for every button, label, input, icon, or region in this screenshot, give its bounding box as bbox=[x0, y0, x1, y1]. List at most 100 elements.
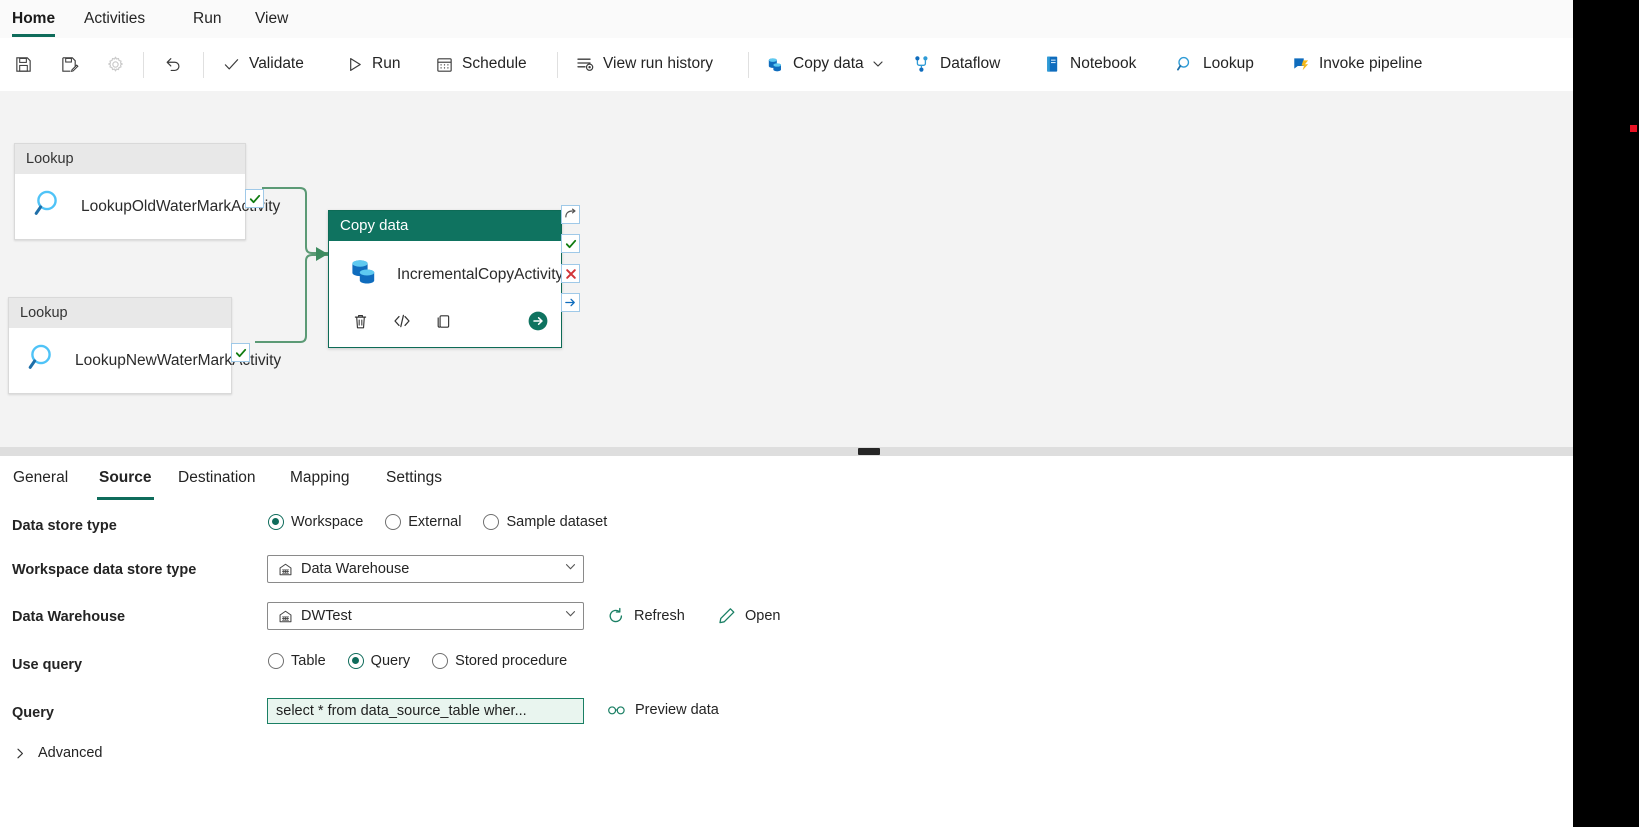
open-button[interactable]: Open bbox=[718, 607, 780, 625]
radio-query[interactable]: Query bbox=[347, 653, 410, 669]
query-label: Query bbox=[12, 705, 54, 721]
tab-destination[interactable]: Destination bbox=[174, 456, 260, 500]
schedule-label: Schedule bbox=[462, 55, 527, 72]
radio-stored-procedure[interactable]: Stored procedure bbox=[432, 653, 567, 669]
advanced-label: Advanced bbox=[38, 745, 103, 761]
data-warehouse-label: Data Warehouse bbox=[12, 609, 126, 625]
refresh-button[interactable]: Refresh bbox=[607, 607, 685, 625]
radio-mark-icon bbox=[385, 514, 402, 530]
copy-data-button[interactable]: Copy data bbox=[758, 44, 892, 84]
activity-node-lookup-new-watermark[interactable]: Lookup LookupNewWaterMarkActivity bbox=[8, 297, 281, 394]
schedule-button[interactable]: Schedule bbox=[427, 44, 534, 84]
settings-button[interactable] bbox=[98, 44, 140, 84]
ribbon-tab-bar: Home Activities Run View bbox=[0, 0, 1573, 39]
save-button[interactable] bbox=[6, 44, 48, 84]
node-name: IncrementalCopyActivity bbox=[397, 266, 564, 283]
view-run-history-button[interactable]: View run history bbox=[568, 44, 720, 84]
node-action-bar bbox=[329, 308, 561, 347]
notebook-label: Notebook bbox=[1070, 55, 1137, 72]
toolbar-separator-4 bbox=[748, 52, 749, 78]
properties-tab-bar: General Source Destination Mapping Setti… bbox=[0, 456, 1573, 501]
tab-source[interactable]: Source bbox=[95, 456, 156, 500]
chevron-down-icon[interactable] bbox=[872, 54, 885, 74]
radio-workspace[interactable]: Workspace bbox=[268, 514, 363, 530]
ribbon-tab-run[interactable]: Run bbox=[187, 0, 227, 38]
node-success-handle[interactable] bbox=[231, 343, 250, 362]
invoke-pipeline-label: Invoke pipeline bbox=[1319, 55, 1423, 72]
radio-sample-dataset[interactable]: Sample dataset bbox=[483, 514, 607, 530]
history-icon bbox=[575, 54, 595, 74]
invoke-pipeline-button[interactable]: Invoke pipeline bbox=[1284, 44, 1429, 84]
advanced-accordion[interactable]: Advanced bbox=[14, 745, 103, 761]
refresh-label: Refresh bbox=[634, 608, 685, 624]
panel-splitter-grip[interactable] bbox=[858, 448, 880, 455]
chevron-down-icon[interactable] bbox=[564, 607, 577, 625]
tab-general[interactable]: General bbox=[9, 456, 72, 500]
chevron-down-icon[interactable] bbox=[564, 560, 577, 578]
node-body: LookupOldWaterMarkActivity bbox=[15, 174, 281, 239]
view-run-history-label: View run history bbox=[603, 55, 713, 72]
ribbon-tab-view[interactable]: View bbox=[249, 0, 294, 38]
open-label: Open bbox=[745, 608, 781, 624]
radio-external-label: External bbox=[408, 514, 462, 530]
radio-sample-dataset-label: Sample dataset bbox=[506, 514, 608, 530]
run-arrow-icon[interactable] bbox=[527, 310, 549, 337]
node-body: IncrementalCopyActivity bbox=[329, 241, 564, 308]
save-as-button[interactable] bbox=[52, 44, 94, 84]
data-warehouse-dropdown[interactable]: DWTest bbox=[267, 602, 584, 630]
node-skip-handle[interactable] bbox=[561, 205, 580, 224]
magnifier-icon bbox=[25, 340, 61, 381]
node-name: LookupOldWaterMarkActivity bbox=[81, 198, 281, 215]
undo-icon bbox=[163, 54, 183, 74]
node-failure-handle[interactable] bbox=[561, 264, 580, 283]
database-copy-icon bbox=[345, 253, 383, 296]
dataflow-button[interactable]: Dataflow bbox=[905, 44, 1007, 84]
lookup-button[interactable]: Lookup bbox=[1168, 44, 1261, 84]
save-icon bbox=[13, 54, 33, 74]
radio-external[interactable]: External bbox=[385, 514, 461, 530]
delete-icon[interactable] bbox=[351, 312, 370, 336]
ribbon-tab-home[interactable]: Home bbox=[6, 0, 61, 38]
run-button[interactable]: Run bbox=[337, 44, 407, 84]
code-icon[interactable] bbox=[392, 311, 412, 336]
panel-splitter[interactable] bbox=[0, 447, 1573, 456]
tab-settings[interactable]: Settings bbox=[382, 456, 446, 500]
radio-stored-procedure-label: Stored procedure bbox=[455, 653, 568, 669]
undo-button[interactable] bbox=[156, 44, 198, 84]
source-settings-form: Data store type Workspace External Sampl… bbox=[0, 500, 1573, 827]
activity-node-incremental-copy[interactable]: Copy data IncrementalCopyActivity bbox=[328, 205, 580, 348]
cursor-indicator-dot bbox=[1630, 125, 1637, 132]
radio-workspace-label: Workspace bbox=[291, 514, 364, 530]
data-store-type-label: Data store type bbox=[12, 518, 117, 534]
refresh-icon bbox=[607, 607, 625, 625]
pipeline-canvas[interactable]: Lookup LookupOldWaterMarkActivity Lookup… bbox=[0, 91, 1573, 447]
validate-button[interactable]: Validate bbox=[214, 44, 311, 84]
ribbon-tab-activities[interactable]: Activities bbox=[78, 0, 151, 38]
data-store-type-radio-group: Workspace External Sample dataset bbox=[268, 514, 619, 530]
invoke-pipeline-icon bbox=[1291, 54, 1311, 74]
notebook-button[interactable]: Notebook bbox=[1035, 44, 1143, 84]
radio-mark-icon bbox=[268, 514, 284, 530]
copy-data-label: Copy data bbox=[793, 55, 864, 72]
lookup-label: Lookup bbox=[1203, 55, 1254, 72]
use-query-label: Use query bbox=[12, 657, 83, 673]
radio-table[interactable]: Table bbox=[268, 653, 326, 669]
activity-node-lookup-old-watermark[interactable]: Lookup LookupOldWaterMarkActivity bbox=[14, 143, 281, 240]
workspace-data-store-type-dropdown[interactable]: Data Warehouse bbox=[267, 555, 584, 583]
node-success-handle[interactable] bbox=[561, 234, 580, 253]
tab-mapping[interactable]: Mapping bbox=[286, 456, 353, 500]
node-success-handle[interactable] bbox=[245, 189, 264, 208]
radio-table-label: Table bbox=[291, 653, 326, 669]
warehouse-icon bbox=[278, 562, 293, 577]
preview-data-button[interactable]: Preview data bbox=[607, 702, 719, 718]
calendar-icon bbox=[434, 54, 454, 74]
clone-icon[interactable] bbox=[434, 312, 453, 336]
run-label: Run bbox=[372, 55, 401, 72]
checkmark-icon bbox=[221, 54, 241, 74]
node-completion-handle[interactable] bbox=[561, 293, 580, 312]
warehouse-icon bbox=[278, 609, 293, 624]
query-input[interactable]: select * from data_source_table wher... bbox=[267, 698, 584, 724]
notebook-icon bbox=[1042, 54, 1062, 74]
data-warehouse-value: DWTest bbox=[301, 608, 352, 624]
query-value: select * from data_source_table wher... bbox=[276, 703, 527, 719]
